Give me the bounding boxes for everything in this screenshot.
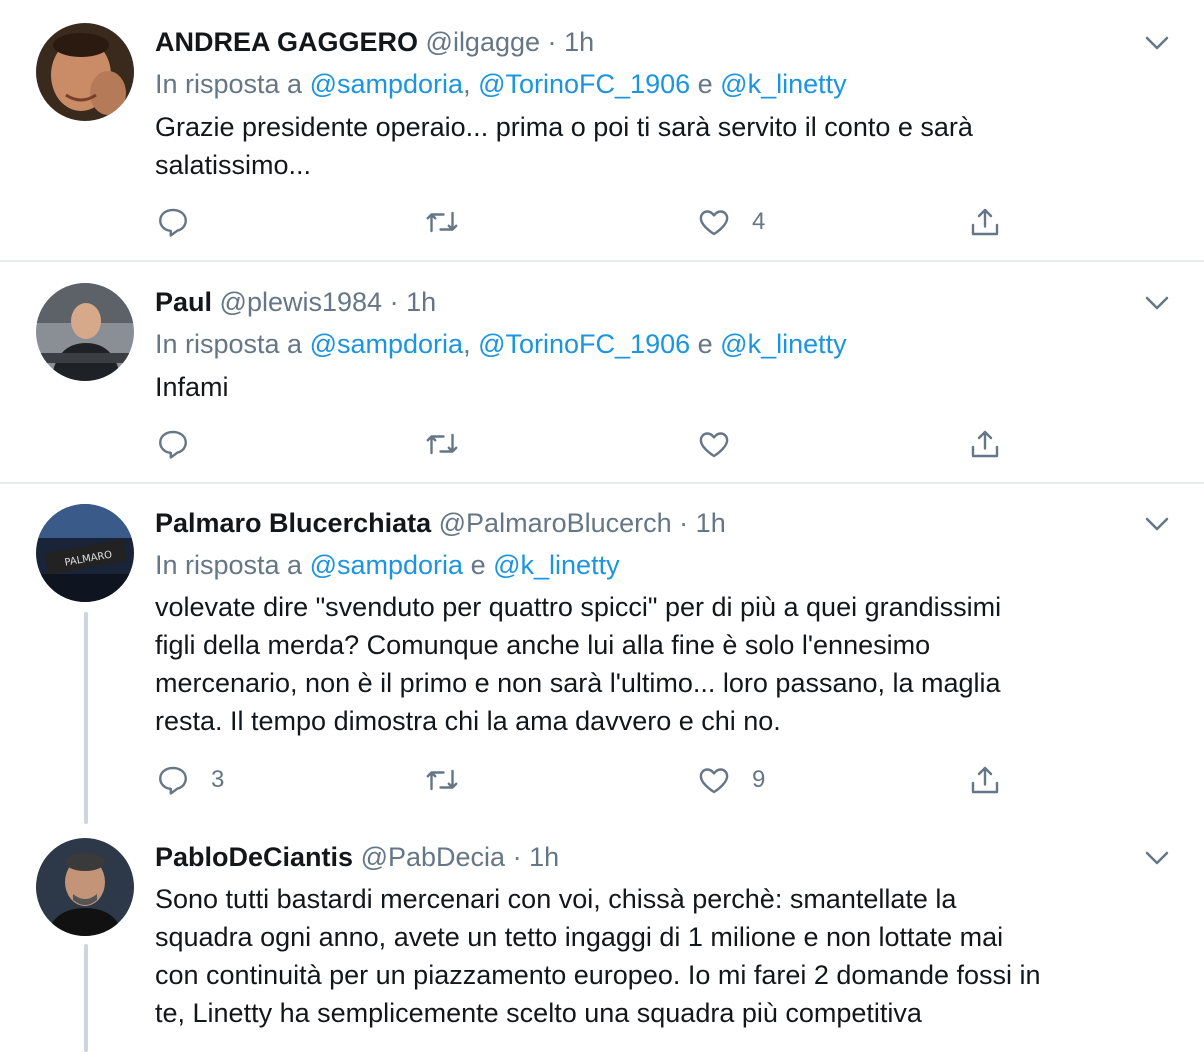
display-name[interactable]: Palmaro Blucerchiata — [155, 508, 431, 538]
text-line: Infami — [155, 372, 229, 402]
user-handle[interactable]: @ilgagge — [426, 27, 541, 57]
reply-context: In risposta a @sampdoria e @k_linetty — [155, 548, 620, 582]
tweet-text: Infami — [155, 368, 1155, 406]
mention-link[interactable]: @k_linetty — [720, 69, 846, 99]
chevron-down-icon[interactable] — [1142, 288, 1172, 318]
like-count: 9 — [752, 766, 766, 793]
retweet-icon — [426, 211, 458, 233]
timestamp[interactable]: 1h — [529, 842, 559, 872]
share-icon — [971, 766, 999, 794]
reply-prefix: In risposta a — [155, 550, 303, 580]
mention-link[interactable]: @sampdoria — [310, 69, 463, 99]
reply-prefix: In risposta a — [155, 329, 303, 359]
user-handle[interactable]: @PalmaroBlucerch — [439, 508, 672, 538]
avatar[interactable]: PALMARO — [36, 504, 134, 602]
text-line: Sono tutti bastardi mercenari con voi, c… — [155, 884, 957, 914]
avatar[interactable] — [36, 23, 134, 121]
thread-line — [84, 944, 88, 1052]
avatar[interactable] — [36, 838, 134, 936]
like-button[interactable]: 9 — [696, 760, 765, 800]
mention-joiner: e — [463, 550, 494, 580]
text-line: Grazie presidente operaio... prima o poi… — [155, 112, 973, 142]
timestamp[interactable]: 1h — [696, 508, 726, 538]
retweet-button[interactable] — [424, 760, 480, 800]
mention-joiner: e — [690, 329, 721, 359]
text-line: squadra ogni anno, avete un tetto ingagg… — [155, 922, 1004, 952]
reply-button[interactable] — [155, 202, 211, 242]
text-line: salatissimo... — [155, 150, 312, 180]
chevron-down-icon[interactable] — [1142, 28, 1172, 58]
mention-joiner: , — [463, 69, 479, 99]
timestamp[interactable]: 1h — [406, 287, 436, 317]
retweet-icon — [426, 769, 458, 791]
like-icon — [699, 768, 729, 794]
user-handle[interactable]: @PabDecia — [361, 842, 505, 872]
reply-context: In risposta a @sampdoria, @TorinoFC_1906… — [155, 327, 847, 361]
reply-button[interactable]: 3 — [155, 760, 224, 800]
timestamp[interactable]: 1h — [564, 27, 594, 57]
user-handle[interactable]: @plewis1984 — [220, 287, 383, 317]
dot-separator: · — [512, 842, 522, 872]
tweet-header: Paul @plewis1984 · 1h — [155, 285, 436, 319]
reply-button[interactable] — [155, 424, 211, 464]
tweet[interactable]: ANDREA GAGGERO @ilgagge · 1h In risposta… — [0, 0, 1204, 260]
retweet-button[interactable] — [424, 202, 480, 242]
text-line: te, Linetty ha semplicemente scelto una … — [155, 998, 922, 1028]
reply-prefix: In risposta a — [155, 69, 303, 99]
chevron-down-icon[interactable] — [1142, 509, 1172, 539]
dot-separator: · — [547, 27, 557, 57]
share-icon — [971, 208, 999, 236]
thread-line — [84, 612, 88, 824]
share-button[interactable] — [967, 202, 1003, 242]
text-line: con continuità per un piazzamento europe… — [155, 960, 1041, 990]
mention-link[interactable]: @sampdoria — [310, 550, 463, 580]
mention-link[interactable]: @k_linetty — [493, 550, 619, 580]
avatar[interactable] — [36, 283, 134, 381]
mention-joiner: , — [463, 329, 479, 359]
reply-icon — [159, 430, 187, 459]
dot-separator: · — [389, 287, 399, 317]
tweet[interactable]: PabloDeCiantis @PabDecia · 1h Sono tutti… — [0, 824, 1204, 1052]
chevron-down-icon[interactable] — [1142, 843, 1172, 873]
reply-context: In risposta a @sampdoria, @TorinoFC_1906… — [155, 67, 847, 101]
text-line: figli della merda? Comunque anche lui al… — [155, 630, 931, 660]
tweet-header: Palmaro Blucerchiata @PalmaroBlucerch · … — [155, 506, 726, 540]
reply-icon — [159, 766, 187, 795]
tweet-text: Sono tutti bastardi mercenari con voi, c… — [155, 880, 1155, 1032]
reply-icon — [159, 208, 187, 237]
like-button[interactable] — [696, 424, 752, 464]
mention-link[interactable]: @TorinoFC_1906 — [478, 329, 690, 359]
text-line: mercenario, non è il primo e non sarà l'… — [155, 668, 1001, 698]
tweet-header: ANDREA GAGGERO @ilgagge · 1h — [155, 25, 594, 59]
retweet-button[interactable] — [424, 424, 480, 464]
dot-separator: · — [679, 508, 689, 538]
like-icon — [699, 210, 729, 236]
retweet-icon — [426, 433, 458, 455]
share-button[interactable] — [967, 424, 1003, 464]
tweet-text: Grazie presidente operaio... prima o poi… — [155, 108, 1155, 184]
display-name[interactable]: Paul — [155, 287, 212, 317]
text-line: resta. Il tempo dimostra chi la ama davv… — [155, 706, 781, 736]
text-line: volevate dire "svenduto per quattro spic… — [155, 592, 1002, 622]
like-count: 4 — [752, 208, 766, 235]
mention-joiner: e — [690, 69, 721, 99]
mention-link[interactable]: @sampdoria — [310, 329, 463, 359]
mention-link[interactable]: @TorinoFC_1906 — [478, 69, 690, 99]
tweet[interactable]: PALMARO Palmaro Blucerchiata @PalmaroBlu… — [0, 484, 1204, 824]
share-icon — [971, 430, 999, 458]
share-button[interactable] — [967, 760, 1003, 800]
tweet-header: PabloDeCiantis @PabDecia · 1h — [155, 840, 559, 874]
like-button[interactable]: 4 — [696, 202, 765, 242]
like-icon — [699, 432, 729, 458]
reply-count: 3 — [211, 766, 225, 793]
tweet[interactable]: Paul @plewis1984 · 1h In risposta a @sam… — [0, 262, 1204, 482]
display-name[interactable]: ANDREA GAGGERO — [155, 27, 418, 57]
mention-link[interactable]: @k_linetty — [720, 329, 846, 359]
display-name[interactable]: PabloDeCiantis — [155, 842, 353, 872]
tweet-text: volevate dire "svenduto per quattro spic… — [155, 588, 1155, 740]
